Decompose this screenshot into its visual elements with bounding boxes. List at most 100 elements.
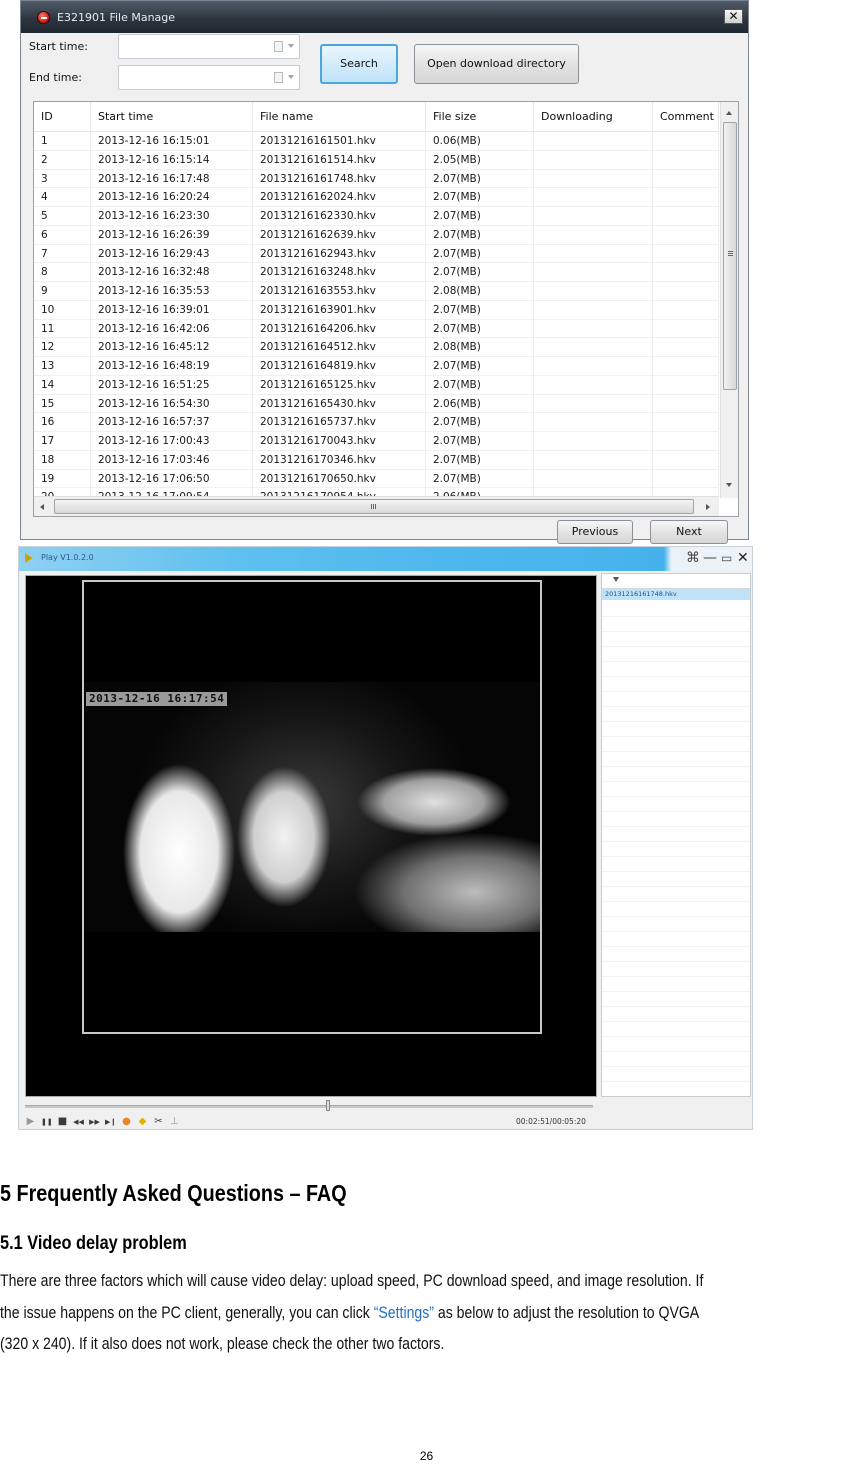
maximize-icon[interactable]: ▭ (721, 550, 732, 566)
snapshot-icon[interactable]: ● (121, 1116, 132, 1128)
pause-icon[interactable]: ❚❚ (41, 1116, 53, 1128)
folder-icon[interactable]: ◆ (137, 1116, 148, 1128)
settings-link[interactable]: “Settings” (374, 1304, 434, 1322)
cell-comment (653, 357, 719, 376)
cell-downloading (534, 338, 653, 357)
cell-file-size: 2.07(MB) (426, 188, 534, 207)
step-forward-icon[interactable]: ▶❙ (105, 1116, 116, 1128)
column-header-start-time[interactable]: Start time (91, 102, 253, 132)
cell-file-name: 20131216161748.hkv (253, 169, 426, 189)
table-row[interactable]: 18 2013-12-16 17:03:46 20131216170346.hkv 2… (34, 450, 719, 470)
end-time-picker[interactable] (118, 65, 300, 90)
scroll-right-arrow-icon[interactable] (706, 504, 710, 510)
next-button[interactable]: Next (650, 520, 728, 544)
cell-file-size: 2.08(MB) (426, 338, 534, 357)
column-header-file-name[interactable]: File name (253, 102, 426, 132)
cell-start-time: 2013-12-16 16:26:39 (91, 225, 253, 245)
search-button[interactable]: Search (320, 44, 398, 84)
close-button[interactable]: ✕ (724, 9, 743, 24)
page-number: 26 (419, 1449, 434, 1463)
cell-file-size: 2.07(MB) (426, 319, 534, 339)
table-row[interactable]: 1 2013-12-16 16:15:01 20131216161501.hkv 0.… (34, 132, 719, 151)
seek-handle[interactable] (326, 1100, 331, 1111)
cell-id: 4 (34, 188, 91, 207)
horizontal-scrollbar[interactable] (34, 496, 719, 516)
clip-icon[interactable]: ✂ (153, 1116, 164, 1128)
video-display[interactable]: 2013-12-16 16:17:54 (25, 575, 597, 1097)
playlist-item[interactable]: 20131216161748.hkv (602, 589, 750, 600)
table-row[interactable]: 6 2013-12-16 16:26:39 20131216162639.hkv 2.… (34, 225, 719, 245)
horizontal-scroll-thumb[interactable] (54, 499, 694, 514)
minimize-icon[interactable]: — (703, 550, 717, 566)
table-row[interactable]: 11 2013-12-16 16:42:06 20131216164206.hkv 2… (34, 319, 719, 339)
paragraph-line: (320 x 240). If it also does not work, p… (0, 1335, 445, 1353)
cell-file-name: 20131216162943.hkv (253, 244, 426, 264)
cell-id: 2 (34, 150, 91, 170)
column-header-file-size[interactable]: File size (426, 102, 534, 132)
scroll-left-arrow-icon[interactable] (40, 504, 44, 510)
table-row[interactable]: 16 2013-12-16 16:57:37 20131216165737.hkv 2… (34, 413, 719, 432)
calendar-icon[interactable] (274, 72, 283, 83)
table-row[interactable]: 4 2013-12-16 16:20:24 20131216162024.hkv 2.… (34, 188, 719, 207)
open-download-directory-button[interactable]: Open download directory (414, 44, 579, 84)
cell-id: 18 (34, 450, 91, 470)
restore-icon[interactable]: ⌘ (686, 550, 700, 566)
chevron-down-icon[interactable] (288, 75, 294, 79)
close-icon[interactable]: ✕ (737, 550, 749, 566)
column-header-downloading[interactable]: Downloading (534, 102, 653, 132)
column-header-id[interactable]: ID (34, 102, 91, 132)
cell-start-time: 2013-12-16 16:45:12 (91, 338, 253, 357)
column-header-comment[interactable]: Comment (653, 102, 719, 132)
cell-file-size: 2.08(MB) (426, 282, 534, 301)
table-row[interactable]: 8 2013-12-16 16:32:48 20131216163248.hkv 2.… (34, 263, 719, 282)
cell-comment (653, 394, 719, 414)
cell-file-name: 20131216161514.hkv (253, 150, 426, 170)
table-row[interactable]: 10 2013-12-16 16:39:01 20131216163901.hkv 2… (34, 300, 719, 320)
player-window: Play V1.0.2.0 ⌘ — ▭ ✕ 2013-12-16 16:17:5… (18, 546, 753, 1130)
table-row[interactable]: 3 2013-12-16 16:17:48 20131216161748.hkv 2.… (34, 169, 719, 189)
previous-button[interactable]: Previous (557, 520, 633, 544)
cell-start-time: 2013-12-16 17:03:46 (91, 450, 253, 470)
stop-icon[interactable]: ■ (57, 1116, 68, 1128)
video-osd-timestamp: 2013-12-16 16:17:54 (86, 692, 228, 706)
table-row[interactable]: 13 2013-12-16 16:48:19 20131216164819.hkv 2… (34, 357, 719, 376)
cell-start-time: 2013-12-16 16:15:14 (91, 150, 253, 170)
cell-downloading (534, 263, 653, 282)
sort-arrow-icon[interactable] (613, 577, 619, 582)
scroll-down-arrow-icon[interactable] (726, 483, 732, 487)
cell-file-name: 20131216164206.hkv (253, 319, 426, 339)
playlist: 20131216161748.hkv (601, 573, 751, 1097)
rewind-icon[interactable]: ◀◀ (73, 1116, 84, 1128)
table-row[interactable]: 19 2013-12-16 17:06:50 20131216170650.hkv 2… (34, 469, 719, 489)
window-title: E321901 File Manage (57, 11, 176, 24)
table-row[interactable]: 17 2013-12-16 17:00:43 20131216170043.hkv 2… (34, 432, 719, 451)
playlist-header[interactable] (602, 574, 750, 589)
scroll-up-arrow-icon[interactable] (726, 111, 732, 115)
cell-id: 9 (34, 282, 91, 301)
cell-start-time: 2013-12-16 16:15:01 (91, 132, 253, 151)
download-icon[interactable]: ⊥ (169, 1116, 180, 1128)
seek-bar[interactable] (25, 1100, 593, 1111)
paragraph-line: There are three factors which will cause… (0, 1272, 704, 1290)
cell-file-size: 2.07(MB) (426, 300, 534, 320)
table-row[interactable]: 15 2013-12-16 16:54:30 20131216165430.hkv 2… (34, 394, 719, 414)
calendar-icon[interactable] (274, 41, 283, 52)
table-row[interactable]: 9 2013-12-16 16:35:53 20131216163553.hkv 2.… (34, 282, 719, 301)
fast-forward-icon[interactable]: ▶▶ (89, 1116, 100, 1128)
start-time-picker[interactable] (118, 34, 300, 59)
play-icon[interactable]: ▶ (25, 1116, 36, 1128)
vertical-scroll-thumb[interactable] (723, 122, 737, 390)
cell-start-time: 2013-12-16 16:17:48 (91, 169, 253, 189)
chevron-down-icon[interactable] (288, 44, 294, 48)
cell-id: 3 (34, 169, 91, 189)
table-row[interactable]: 12 2013-12-16 16:45:12 20131216164512.hkv 2… (34, 338, 719, 357)
table-row[interactable]: 5 2013-12-16 16:23:30 20131216162330.hkv 2.… (34, 207, 719, 226)
table-row[interactable]: 7 2013-12-16 16:29:43 20131216162943.hkv 2.… (34, 244, 719, 264)
start-time-label: Start time: (29, 40, 88, 53)
cell-downloading (534, 169, 653, 189)
cell-start-time: 2013-12-16 16:35:53 (91, 282, 253, 301)
time-display: 00:02:51/00:05:20 (516, 1117, 586, 1126)
vertical-scrollbar[interactable] (720, 102, 738, 498)
table-row[interactable]: 2 2013-12-16 16:15:14 20131216161514.hkv 2.… (34, 150, 719, 170)
table-row[interactable]: 14 2013-12-16 16:51:25 20131216165125.hkv 2… (34, 375, 719, 395)
